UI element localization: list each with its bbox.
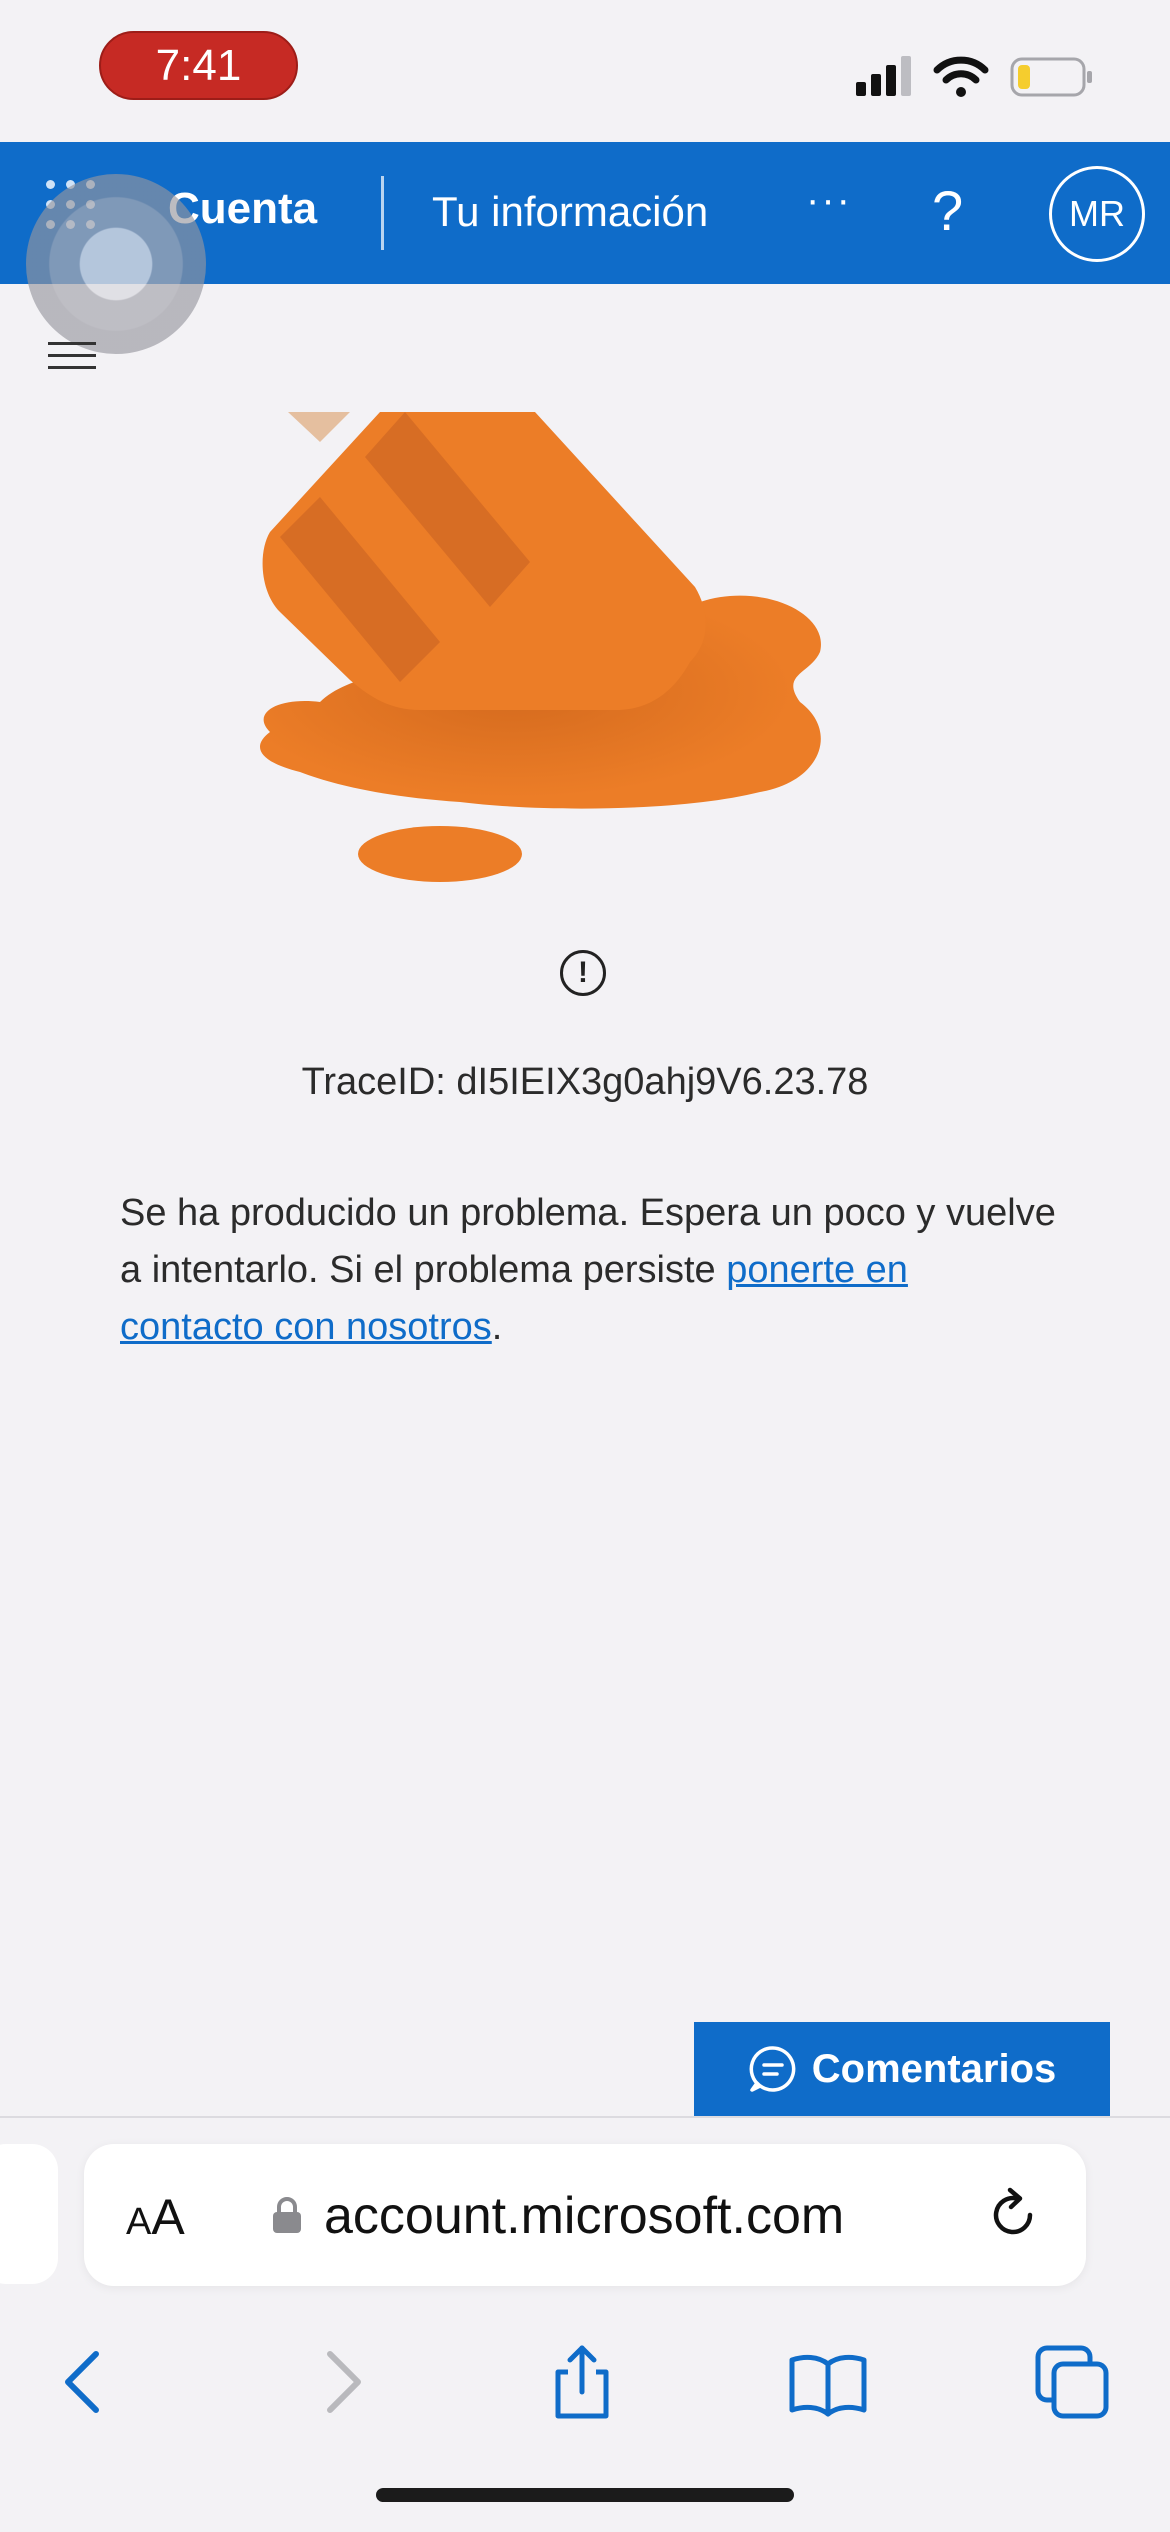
browser-chrome: AA account.microsoft.com xyxy=(0,2116,1170,2532)
error-illustration xyxy=(260,412,821,882)
hamburger-menu-icon[interactable] xyxy=(48,342,96,372)
cellular-signal-icon xyxy=(856,56,911,96)
text-size-button[interactable]: AA xyxy=(126,2188,185,2246)
feedback-button[interactable]: Comentarios xyxy=(694,2022,1110,2116)
error-message-end: . xyxy=(491,1306,503,1348)
help-button[interactable]: ? xyxy=(932,178,963,243)
home-indicator[interactable] xyxy=(376,2488,794,2502)
reload-icon[interactable] xyxy=(984,2186,1042,2244)
feedback-label: Comentarios xyxy=(811,2046,1057,2091)
wifi-icon xyxy=(933,56,989,97)
error-message-text: Se ha producido un problema. Espera un p… xyxy=(120,1192,1056,1291)
browser-toolbar xyxy=(0,2318,1170,2448)
previous-tab-preview[interactable] xyxy=(0,2144,58,2284)
back-arrow-icon[interactable] xyxy=(46,2342,126,2422)
error-message: Se ha producido un problema. Espera un p… xyxy=(120,1185,1060,1356)
avatar[interactable]: MR xyxy=(1049,166,1145,262)
status-time[interactable]: 7:41 xyxy=(99,31,298,100)
status-bar: 7:41 xyxy=(0,0,1170,140)
more-options-button[interactable]: ··· xyxy=(806,178,852,223)
touch-indicator xyxy=(26,174,206,354)
address-bar[interactable]: AA account.microsoft.com xyxy=(84,2144,1086,2286)
bookmarks-icon[interactable] xyxy=(788,2342,868,2422)
chat-bubble-icon xyxy=(749,2046,796,2092)
header-divider xyxy=(381,176,384,250)
tabs-icon[interactable] xyxy=(1032,2342,1112,2422)
share-icon[interactable] xyxy=(542,2342,622,2422)
section-title[interactable]: Tu información xyxy=(432,188,708,236)
url-text[interactable]: account.microsoft.com xyxy=(324,2186,844,2246)
forward-arrow-icon[interactable] xyxy=(300,2342,380,2422)
lock-icon xyxy=(273,2197,301,2233)
battery-icon xyxy=(1010,57,1092,97)
alert-circle-icon: ! xyxy=(560,950,606,996)
trace-id: TraceID: dI5IEIX3g0ahj9V6.23.78 xyxy=(301,1061,869,1103)
